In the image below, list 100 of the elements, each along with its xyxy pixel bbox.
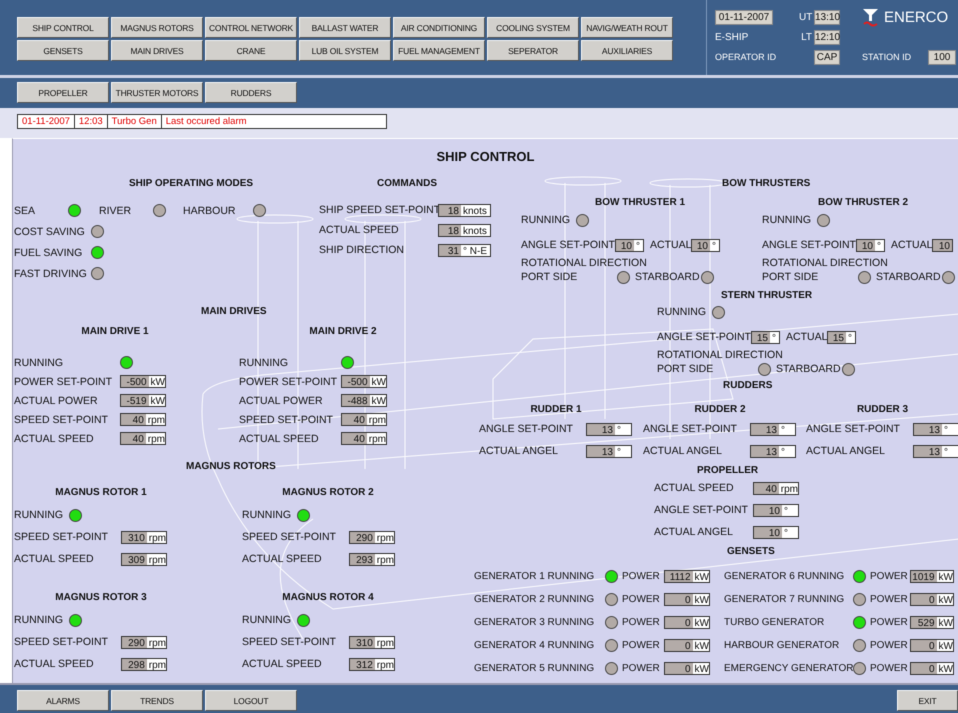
field-label: COST SAVING [14,226,86,238]
nav-button[interactable]: GENSETS [17,40,109,61]
value-display: 13 ° [913,444,958,458]
value-display: 0 kW [910,639,954,652]
nav-button[interactable]: LUB OIL SYSTEM [299,40,391,61]
nav-button[interactable]: COOLING SYSTEM [487,17,579,38]
value-display: 15 ° [751,330,780,344]
value-display: 40 rpm [120,432,166,445]
field-label: GENERATOR 4 RUNNING [474,640,596,651]
nav-button[interactable]: RUDDERS [205,82,297,103]
operator-display: CAP [814,50,840,64]
value-display: 40 rpm [753,482,799,494]
field-label: ANGLE SET-POINT [521,239,615,251]
footer-button[interactable]: TRENDS [111,690,203,711]
value-display: 310 rpm [121,530,167,544]
value-display: 10 ° [615,238,644,252]
field-label: ROTATIONAL DIRECTION [657,349,783,361]
exit-button[interactable]: EXIT [897,690,958,711]
nav-button[interactable]: MAIN DRIVES [111,40,203,61]
time-display: 13:10 [814,10,840,24]
value-display: 13 ° [750,444,796,458]
field-label: ACTUAL SPEED [14,553,95,565]
field-label: SPEED SET-POINT [14,414,109,426]
value-display: 529 kW [910,616,954,629]
field-label: PORT SIDE [762,271,820,283]
field-label: ACTUAL [891,239,932,251]
value-display: 0 kW [664,639,710,652]
station-label: STATION ID [862,52,912,62]
section-heading: RUDDER 1 [529,403,583,417]
value-display: -519 kW [120,394,166,407]
value-display: -500 kW [341,375,387,388]
nav-button[interactable]: MAGNUS ROTORS [111,17,203,38]
section-heading: BOW THRUSTER 2 [817,196,909,210]
field-label: SHIP DIRECTION [319,244,405,256]
value-display: 309 rpm [121,552,167,566]
field-label: GENERATOR 3 RUNNING [474,617,596,628]
section-heading: PROPELLER [697,464,758,478]
field-label: FUEL SAVING [14,246,84,258]
field-label: HARBOUR GENERATOR [724,640,840,651]
nav-button[interactable]: AUXILIARIES [581,40,673,61]
field-label: RUNNING [762,214,811,226]
field-label: PORT SIDE [657,363,714,375]
field-label: ACTUAL [650,239,691,251]
field-label: RUNNING [14,509,63,521]
field-label: SPEED SET-POINT [14,531,109,543]
nav-button[interactable]: AIR CONDITIONING [393,17,485,38]
nav-button[interactable]: THRUSTER MOTORS [111,82,203,103]
field-label: ANGLE SET-POINT [654,504,749,516]
nav-button[interactable]: BALLAST WATER [299,17,391,38]
value-display: 40 rpm [341,432,387,445]
nav-button[interactable]: SEPERATOR [487,40,579,61]
field-label: ANGLE SET-POINT [762,239,856,251]
section-heading: MAGNUS ROTORS [186,460,276,474]
footer-button[interactable]: ALARMS [17,690,109,711]
nav-button[interactable]: NAVIG/WEATH ROUT [581,17,673,38]
field-label: ACTUAL ANGEL [479,445,559,457]
field-label: ACTUAL SPEED [239,432,320,444]
field-label: POWER SET-POINT [14,376,114,388]
nav-button[interactable]: CONTROL NETWORK [205,17,297,38]
value-display: 13 ° [586,444,632,458]
value-display: -500 kW [120,375,166,388]
field-label: SPEED SET-POINT [14,636,109,648]
logo-icon [862,8,879,26]
station-display: 100 [928,50,956,64]
value-display: 1019 kW [910,570,954,583]
nav-button[interactable]: CRANE [205,40,297,61]
section-heading: COMMANDS [376,177,438,191]
field-label: GENERATOR 5 RUNNING [474,663,596,674]
value-display: 10 ° [856,238,885,252]
field-label: HARBOUR [183,204,237,216]
footer-button[interactable]: LOGOUT [205,690,297,711]
field-label: POWER [622,617,661,628]
value-display: 1112 kW [664,570,710,583]
value-display: 293 rpm [349,552,395,566]
alarm-time: 12:03 [74,115,108,128]
nav-button[interactable]: SHIP CONTROL [17,17,109,38]
field-label: FAST DRIVING [14,268,88,280]
value-display: 290 rpm [349,530,395,544]
field-label: ACTUAL SPEED [319,224,400,236]
field-label: ACTUAL SPEED [242,658,323,670]
field-label: SEA [14,204,36,216]
nav-button[interactable]: PROPELLER [17,82,109,103]
value-display: 13 ° [913,422,958,436]
field-label: RUNNING [657,306,706,318]
value-display: 0 kW [664,593,710,606]
field-label: SPEED SET-POINT [239,414,334,426]
value-display: 0 kW [910,662,954,675]
nav-button[interactable]: FUEL MANAGEMENT [393,40,485,61]
section-heading: SHIP OPERATING MODES [128,177,254,191]
field-label: GENERATOR 6 RUNNING [724,571,846,582]
value-display: 18 knots [438,204,491,216]
field-label: POWER [870,663,909,674]
section-heading: MAGNUS ROTOR 4 [281,591,375,605]
field-label: ANGLE SET-POINT [657,331,751,343]
value-display: 15 ° [827,330,856,344]
logo-text: ENERCO [884,8,948,26]
value-display: 10 ° [691,238,720,252]
field-label: POWER [622,594,661,605]
field-label: RUNNING [521,214,570,226]
value-display: 10 ° [753,526,799,538]
